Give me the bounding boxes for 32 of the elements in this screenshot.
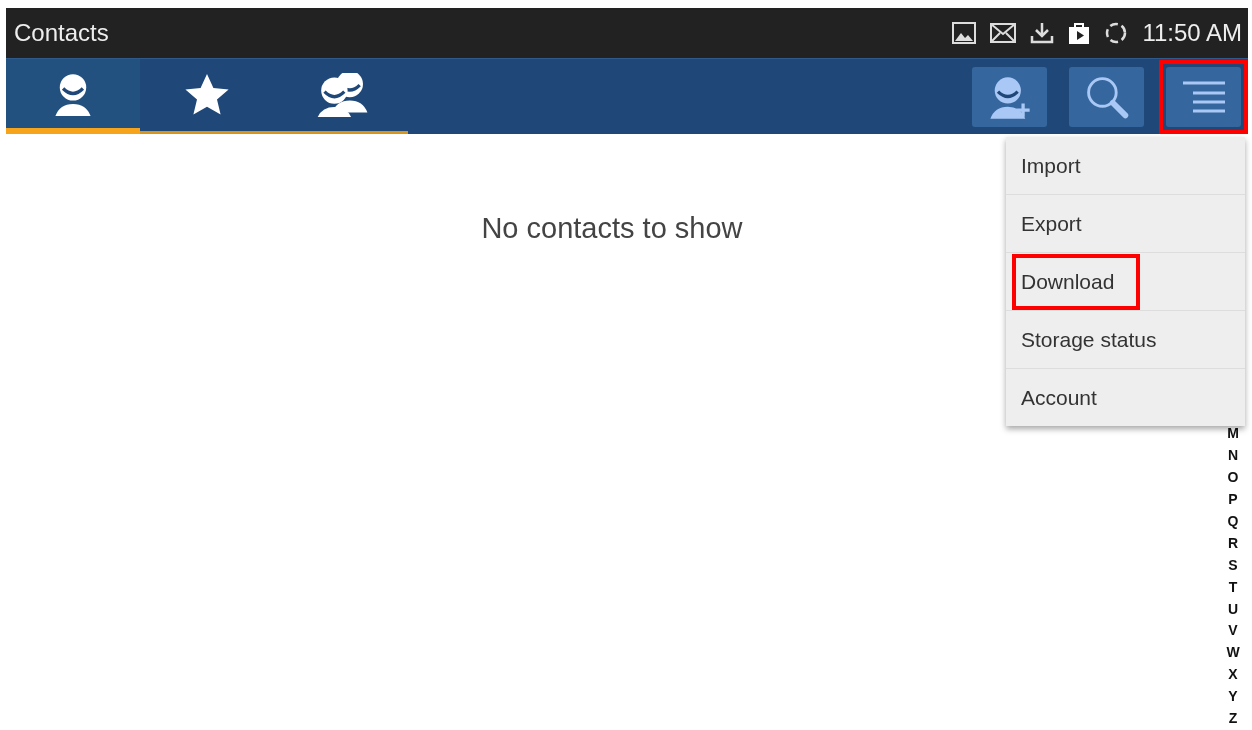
clock-time: 11:50 AM [1142, 19, 1242, 47]
search-button[interactable] [1069, 66, 1144, 127]
mail-icon [990, 23, 1017, 43]
star-icon [183, 72, 231, 118]
menu-item[interactable]: Import [1006, 137, 1245, 195]
index-letter[interactable]: U [1227, 598, 1239, 621]
menu-item[interactable]: Storage status [1006, 311, 1245, 369]
empty-message: No contacts to show [481, 212, 743, 246]
image-icon [952, 22, 977, 44]
menu-button[interactable] [1166, 66, 1241, 127]
index-letter[interactable]: W [1226, 642, 1240, 665]
add-contact-button[interactable] [972, 66, 1047, 127]
tab[interactable] [6, 59, 140, 134]
sync-icon [1104, 21, 1129, 45]
index-letter[interactable]: P [1228, 489, 1238, 511]
index-letter[interactable]: O [1227, 467, 1239, 490]
index-letter[interactable]: S [1228, 554, 1238, 577]
index-letter[interactable]: Z [1228, 708, 1238, 730]
store-bag-icon [1068, 21, 1091, 45]
index-letter[interactable]: X [1228, 664, 1238, 687]
index-letter[interactable]: M [1227, 423, 1239, 446]
download-icon [1030, 22, 1055, 44]
index-letter[interactable]: Y [1228, 686, 1238, 709]
app-title: Contacts [14, 19, 110, 47]
index-letter[interactable]: V [1228, 620, 1238, 643]
index-letter[interactable]: R [1227, 532, 1239, 555]
index-letter[interactable]: T [1228, 576, 1238, 599]
menu-item[interactable]: Download [1006, 253, 1245, 311]
index-letter[interactable]: Q [1227, 510, 1239, 533]
menu-item[interactable]: Export [1006, 195, 1245, 253]
menu-item[interactable]: Account [1006, 369, 1245, 426]
index-letter[interactable]: N [1227, 445, 1239, 468]
